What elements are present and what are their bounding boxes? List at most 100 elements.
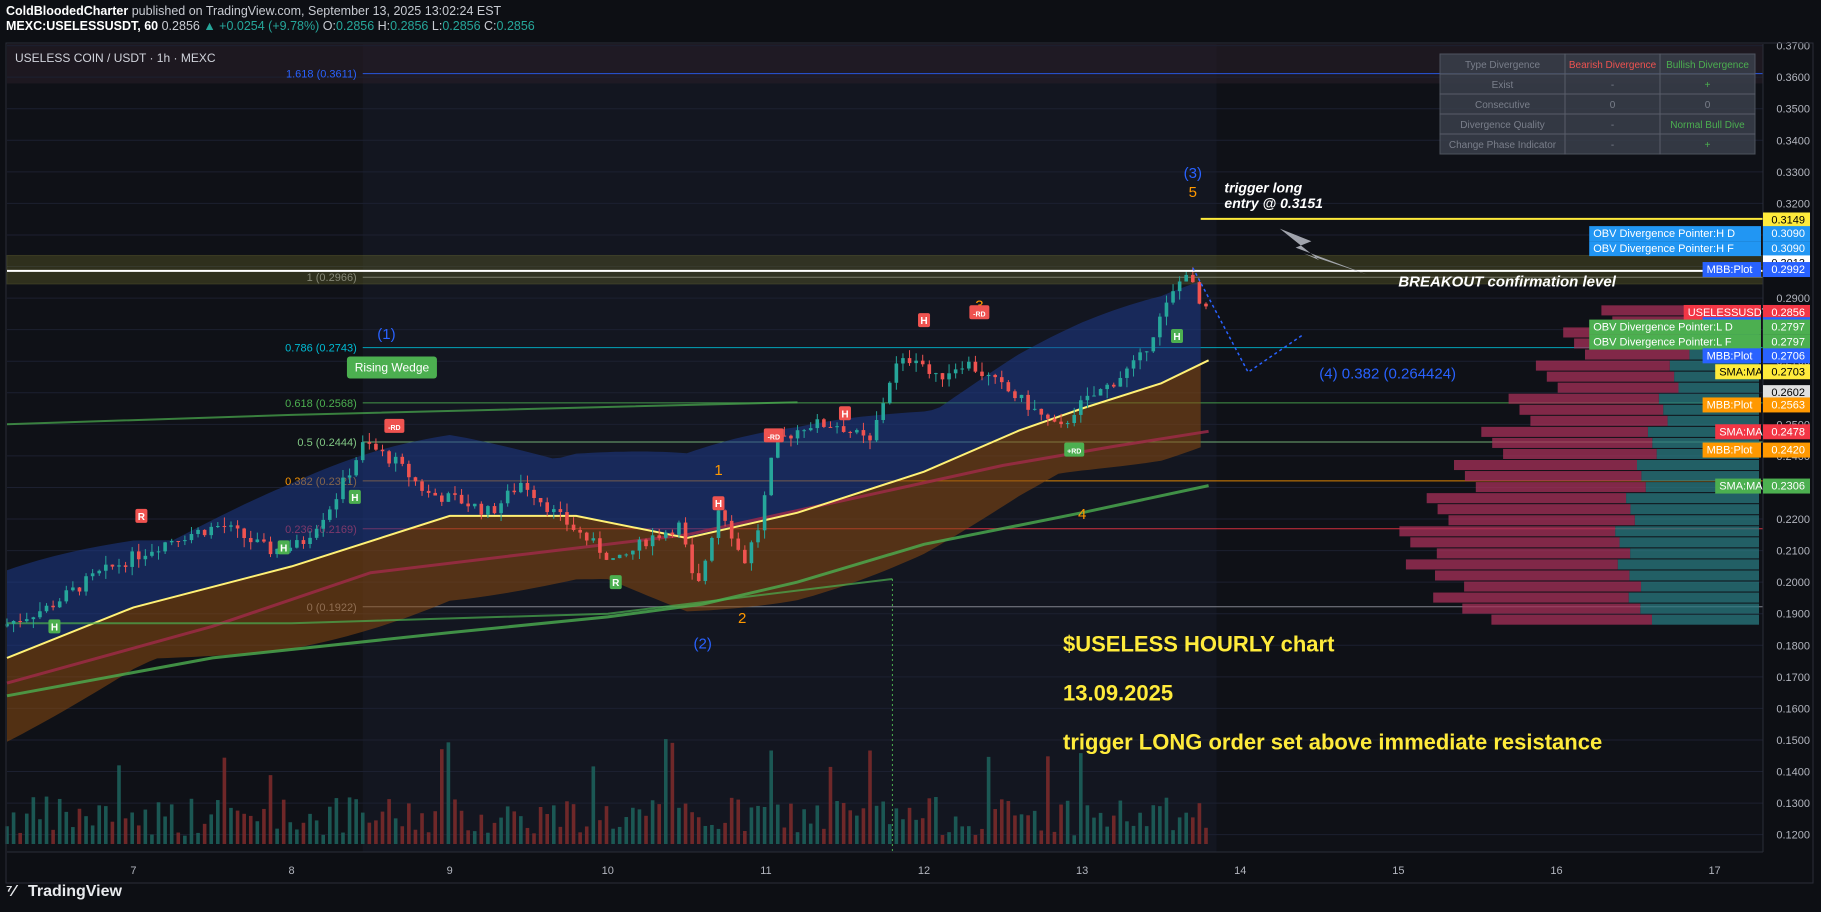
price-tick-label: 0.3700 bbox=[1776, 41, 1810, 53]
candle-body bbox=[1072, 414, 1077, 424]
indicator-price-text: 0.2706 bbox=[1771, 350, 1805, 362]
right-price-label: OBV Divergence Pointer:H D 0.3090 bbox=[1589, 226, 1810, 242]
candle-body bbox=[354, 460, 358, 476]
volume-bar bbox=[393, 818, 398, 844]
volume-bar bbox=[1079, 753, 1083, 844]
price-tick-label: 0.2900 bbox=[1776, 293, 1810, 305]
volume-profile-bar-down bbox=[1462, 603, 1641, 614]
candle-body bbox=[881, 403, 885, 420]
volume-bar bbox=[657, 804, 661, 844]
candle-body bbox=[578, 529, 582, 533]
volume-bar bbox=[808, 823, 813, 844]
volume-bar bbox=[288, 822, 293, 844]
volume-bar bbox=[255, 821, 260, 844]
candle-body bbox=[505, 490, 510, 504]
candle-body bbox=[696, 573, 701, 581]
indicator-price-text: 0.2478 bbox=[1771, 426, 1805, 438]
candle-body bbox=[677, 522, 681, 535]
candle-body bbox=[189, 534, 194, 541]
marker-text: -RD bbox=[388, 425, 400, 432]
volume-profile-bar-up bbox=[1626, 493, 1759, 504]
volume-bar bbox=[558, 826, 563, 844]
volume-bar bbox=[710, 824, 714, 844]
table-cell-text: Consecutive bbox=[1475, 100, 1530, 111]
candle-body bbox=[598, 538, 602, 553]
candle-body bbox=[499, 503, 503, 514]
candle-body bbox=[525, 482, 530, 490]
volume-bar bbox=[1046, 756, 1050, 844]
volume-bar bbox=[782, 827, 787, 844]
candle-body bbox=[1105, 384, 1109, 390]
candle-body bbox=[519, 482, 523, 493]
volume-profile-bar-up bbox=[1630, 504, 1759, 515]
candle-body bbox=[439, 495, 444, 502]
candle-body bbox=[314, 528, 319, 538]
candle-body bbox=[822, 419, 826, 427]
volume-bar bbox=[354, 799, 358, 844]
volume-profile-bar-down bbox=[1435, 570, 1630, 581]
volume-bar bbox=[433, 811, 438, 844]
volume-bar bbox=[446, 742, 451, 844]
candle-body bbox=[433, 492, 438, 496]
volume-bar bbox=[24, 813, 29, 844]
volume-bar bbox=[545, 814, 550, 844]
candle-body bbox=[374, 443, 378, 450]
price-chart[interactable]: 1.618 (0.3611)1 (0.2966)0.786 (0.2743)0.… bbox=[0, 0, 1821, 912]
candle-body bbox=[565, 512, 569, 525]
indicator-price-text: 0.2703 bbox=[1771, 366, 1805, 378]
volume-bar bbox=[1164, 797, 1169, 844]
time-tick-label: 13 bbox=[1076, 865, 1088, 877]
right-price-label: SMA:MA 0.2703 bbox=[1715, 364, 1810, 380]
wave-label: 2 bbox=[738, 610, 746, 627]
candle-body bbox=[604, 552, 609, 560]
volume-profile-bar-down bbox=[1546, 371, 1675, 382]
volume-profile-bar-up bbox=[1619, 537, 1759, 548]
candle-body bbox=[545, 502, 550, 513]
candle-body bbox=[156, 551, 161, 553]
candle-body bbox=[1111, 384, 1116, 387]
candle-body bbox=[229, 525, 233, 527]
volume-bar bbox=[1177, 817, 1182, 844]
candle-body bbox=[459, 494, 464, 504]
volume-bar bbox=[97, 805, 102, 844]
candle-body bbox=[855, 430, 859, 433]
tradingview-logo[interactable]: ⁷⁄ TradingView bbox=[6, 883, 122, 901]
candle-body bbox=[1059, 421, 1063, 425]
volume-bar bbox=[637, 809, 642, 844]
indicator-label-text: OBV Divergence Pointer:L D bbox=[1593, 322, 1733, 334]
right-price-label: MBB:Plot 0.2563 bbox=[1702, 397, 1810, 413]
candle-body bbox=[216, 526, 220, 528]
volume-bar bbox=[189, 798, 194, 844]
marker-text: H bbox=[841, 409, 848, 420]
candle-body bbox=[492, 506, 497, 514]
right-price-label: SMA:MA 0.2478 bbox=[1715, 424, 1810, 440]
candle-body bbox=[637, 539, 642, 551]
volume-bar bbox=[769, 750, 773, 844]
candle-body bbox=[551, 509, 556, 513]
table-cell-text: Normal Bull Dive bbox=[1670, 120, 1745, 131]
marker-text: H bbox=[715, 499, 722, 510]
candle-body bbox=[887, 382, 892, 404]
divergence-marker: H bbox=[48, 619, 61, 634]
volume-bar bbox=[143, 809, 148, 844]
volume-bar bbox=[420, 813, 424, 844]
candle-body bbox=[308, 537, 312, 544]
divergence-marker: H bbox=[1171, 328, 1183, 343]
divergence-marker: -RD bbox=[969, 305, 990, 320]
volume-bar bbox=[268, 775, 273, 844]
volume-bar bbox=[591, 766, 596, 844]
volume-bar bbox=[690, 812, 694, 844]
candle-body bbox=[24, 619, 29, 622]
volume-bar bbox=[275, 828, 279, 844]
chart-title-note: $USELESS HOURLY chart bbox=[1063, 632, 1335, 657]
volume-profile-bar-down bbox=[1436, 548, 1631, 559]
candle-body bbox=[136, 551, 141, 560]
price-tick-label: 0.1200 bbox=[1776, 830, 1810, 842]
volume-profile-bar-down bbox=[1585, 349, 1690, 360]
entry-label: entry @ 0.3151 bbox=[1224, 195, 1323, 211]
price-tick-label: 0.3300 bbox=[1776, 167, 1810, 179]
candle-body bbox=[808, 428, 813, 431]
volume-bar bbox=[551, 805, 556, 844]
candle-body bbox=[295, 540, 299, 548]
table-cell-text: - bbox=[1611, 80, 1614, 91]
